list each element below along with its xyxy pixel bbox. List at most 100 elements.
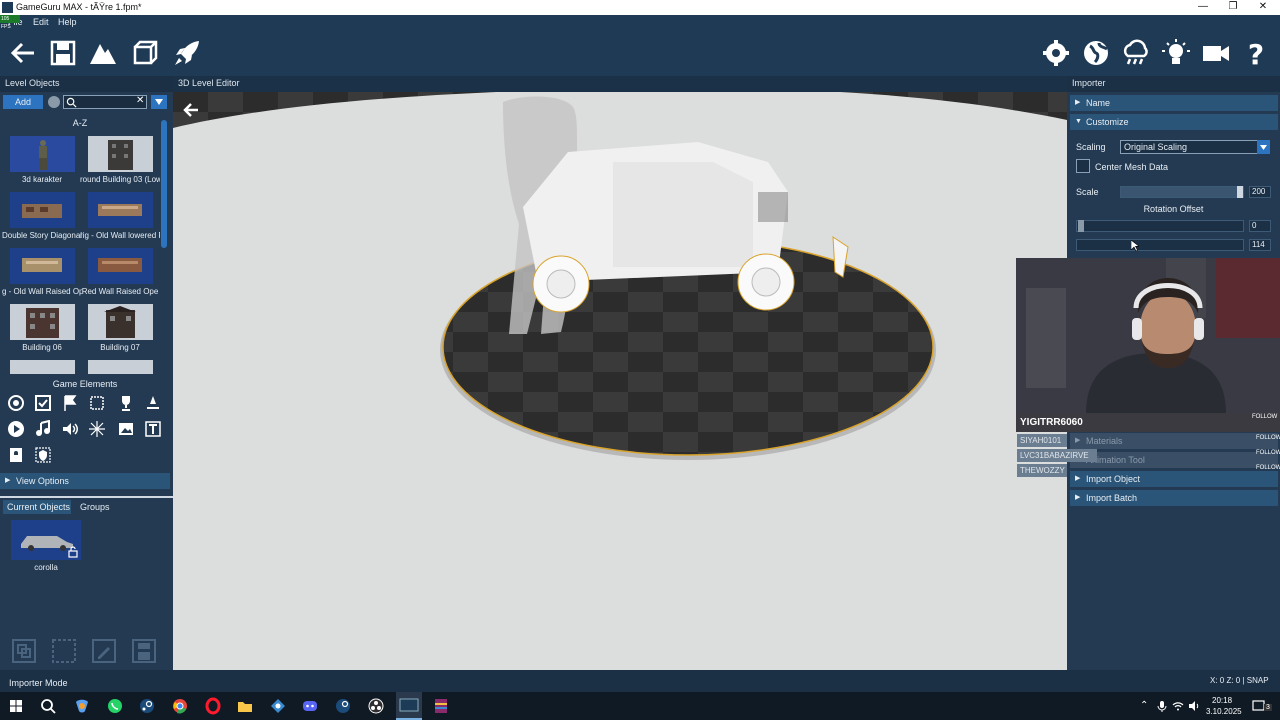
filter-dropdown-button[interactable] — [151, 95, 167, 109]
customize-section-toggle[interactable]: ▼ Customize — [1070, 114, 1278, 130]
camera-icon[interactable] — [1201, 38, 1231, 68]
rotation-x-handle[interactable] — [1078, 220, 1084, 232]
add-button[interactable]: Add — [3, 95, 43, 109]
sound-speaker-icon[interactable] — [61, 420, 79, 438]
checkpoint-icon[interactable] — [34, 394, 52, 412]
scale-slider-handle[interactable] — [1237, 186, 1243, 198]
tab-current-objects[interactable]: Current Objects — [3, 500, 71, 514]
scale-value-field[interactable]: 200 — [1249, 186, 1271, 198]
help-question-icon[interactable]: ? — [1241, 38, 1271, 68]
object-thumb-round-building[interactable] — [88, 136, 153, 172]
chevron-up-icon[interactable]: ⌃ — [1140, 700, 1148, 711]
weather-icon[interactable] — [1121, 38, 1151, 68]
import-batch-toggle[interactable]: ▶ Import Batch — [1070, 490, 1278, 506]
taskbar-gameguru-active[interactable] — [396, 692, 422, 720]
ungroup-objects-icon[interactable] — [50, 637, 78, 665]
game-settings-icon[interactable] — [1041, 38, 1071, 68]
current-object-thumb-corolla[interactable] — [11, 520, 81, 560]
rotation-x-slider[interactable] — [1076, 220, 1244, 232]
clear-search-icon[interactable]: ✕ — [136, 95, 144, 106]
save-group-icon[interactable] — [130, 637, 158, 665]
copilot-icon[interactable] — [72, 696, 92, 716]
scaling-select[interactable]: Original Scaling — [1120, 140, 1270, 154]
triangle-right-icon: ▶ — [1075, 494, 1081, 501]
music-note-icon[interactable] — [34, 420, 52, 438]
name-section-toggle[interactable]: ▶ Name — [1070, 95, 1278, 111]
lock-zone-icon[interactable] — [7, 446, 25, 464]
object-thumb-partial[interactable] — [10, 360, 75, 374]
back-arrow-icon[interactable] — [8, 38, 38, 68]
add-entity-icon[interactable] — [7, 394, 25, 412]
trophy-icon[interactable] — [117, 394, 135, 412]
object-thumb-partial[interactable] — [88, 360, 153, 374]
text-element-icon[interactable] — [144, 420, 162, 438]
object-cube-icon[interactable] — [130, 38, 160, 68]
volume-icon[interactable] — [1188, 700, 1200, 712]
play-video-icon[interactable] — [7, 420, 25, 438]
obs-icon[interactable] — [366, 696, 386, 716]
scale-slider[interactable] — [1120, 186, 1244, 198]
webcam-overlay — [1016, 258, 1280, 413]
taskbar-time[interactable]: 20:18 — [1212, 696, 1232, 705]
winrar-icon[interactable] — [431, 696, 451, 716]
windows-start-icon[interactable] — [6, 696, 26, 716]
import-object-toggle[interactable]: ▶ Import Object — [1070, 471, 1278, 487]
center-mesh-checkbox[interactable] — [1076, 159, 1090, 173]
rotation-y-slider[interactable] — [1076, 239, 1244, 251]
follow-label: FOLLOW — [1256, 450, 1280, 456]
test-game-rocket-icon[interactable] — [172, 38, 202, 68]
menu-edit[interactable]: Edit — [33, 17, 49, 27]
back-arrow-icon[interactable] — [181, 100, 201, 120]
file-explorer-icon[interactable] — [235, 696, 255, 716]
objects-scrollbar[interactable] — [161, 120, 167, 248]
search-icon[interactable] — [38, 696, 58, 716]
light-element-icon[interactable] — [144, 394, 162, 412]
object-thumb-building-07[interactable] — [88, 304, 153, 340]
particle-icon[interactable] — [88, 420, 106, 438]
lighting-bulb-icon[interactable] — [1161, 38, 1191, 68]
taskbar-date[interactable]: 3.10.2025 — [1206, 707, 1242, 716]
view-options-toggle[interactable]: ▶ View Options — [0, 473, 170, 489]
flag-icon[interactable] — [61, 394, 79, 412]
object-thumb-double-story[interactable] — [10, 192, 75, 228]
wifi-icon[interactable] — [1172, 700, 1184, 712]
shield-zone-icon[interactable] — [34, 446, 52, 464]
animation-tool-section-toggle[interactable]: ▶Animation Tool — [1070, 452, 1278, 468]
rotation-y-value-field[interactable]: 114 — [1249, 239, 1271, 251]
materials-section-toggle[interactable]: ▶ Materials — [1070, 433, 1278, 449]
close-button[interactable]: ✕ — [1248, 0, 1278, 15]
object-thumb-red-wall-raised[interactable] — [88, 248, 153, 284]
steam-icon[interactable] — [137, 696, 157, 716]
rotation-x-value-field[interactable]: 0 — [1249, 220, 1271, 232]
image-icon[interactable] — [117, 420, 135, 438]
object-label: round Building 03 (Low — [80, 175, 160, 184]
object-thumb-3d-karakter[interactable] — [10, 136, 75, 172]
maximize-button[interactable]: ❐ — [1218, 0, 1248, 15]
window-titlebar: GameGuru MAX - tÃŸre 1.fpm* — ❐ ✕ — [0, 0, 1280, 15]
microphone-icon[interactable] — [1156, 700, 1168, 712]
object-thumb-old-wall-lowered[interactable] — [88, 192, 153, 228]
edit-group-icon[interactable] — [90, 637, 118, 665]
terrain-mountain-icon[interactable] — [88, 38, 118, 68]
steam-icon[interactable] — [333, 696, 353, 716]
wall-ruin-icon — [98, 258, 142, 272]
opera-icon[interactable] — [203, 696, 223, 716]
group-objects-icon[interactable] — [10, 637, 38, 665]
minimize-button[interactable]: — — [1188, 0, 1218, 15]
triangle-right-icon: ▶ — [1075, 475, 1081, 482]
save-icon[interactable] — [48, 38, 78, 68]
3d-viewport[interactable]: 3D Level Editor — [173, 76, 1067, 670]
info-icon[interactable] — [48, 96, 60, 108]
menu-help[interactable]: Help — [58, 17, 77, 27]
object-thumb-old-wall-raised[interactable] — [10, 248, 75, 284]
search-input[interactable]: ✕ — [63, 95, 147, 109]
unlock-icon[interactable] — [67, 546, 79, 558]
discord-icon[interactable] — [300, 696, 320, 716]
trigger-zone-icon[interactable] — [88, 394, 106, 412]
globe-icon[interactable] — [1081, 38, 1111, 68]
object-thumb-building-06[interactable] — [10, 304, 75, 340]
app-icon[interactable] — [268, 696, 288, 716]
tab-groups[interactable]: Groups — [76, 500, 116, 514]
chrome-icon[interactable] — [170, 696, 190, 716]
whatsapp-icon[interactable] — [105, 696, 125, 716]
